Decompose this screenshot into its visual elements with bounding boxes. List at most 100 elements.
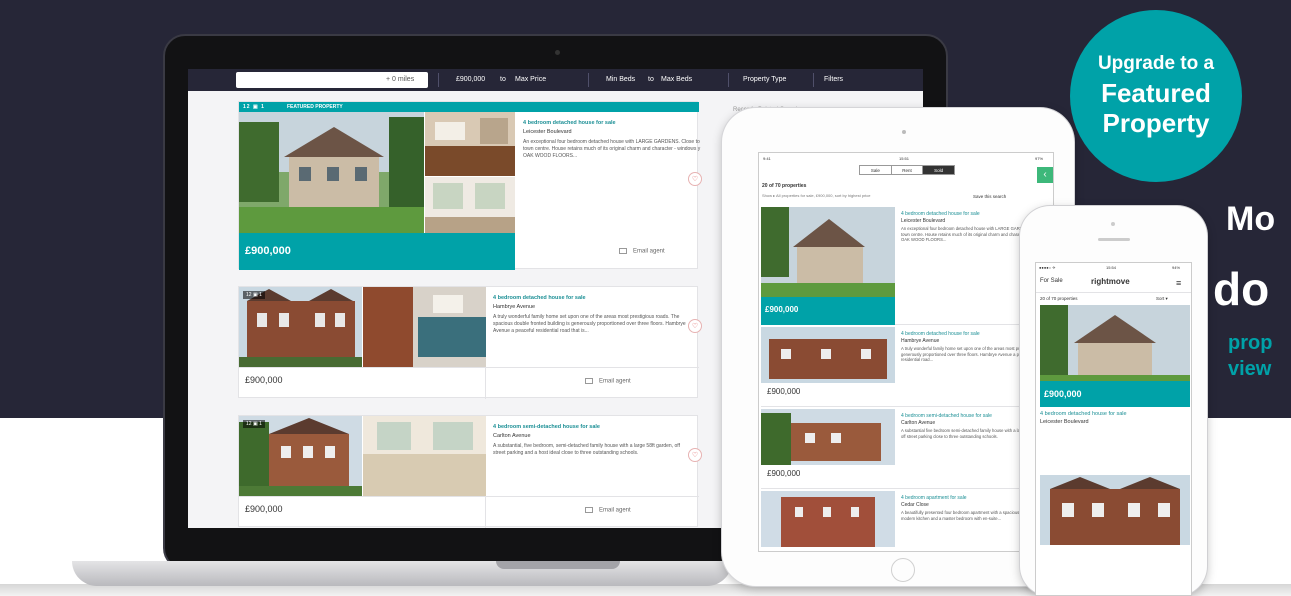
sort-select[interactable]: Sort ▾	[1156, 296, 1168, 302]
featured-label: FEATURED PROPERTY	[287, 104, 343, 110]
listing-title[interactable]: 4 bedroom semi-detached house for sale	[901, 413, 992, 419]
divider	[588, 73, 589, 87]
divider	[239, 496, 699, 497]
photo-count: 12 ▣ 1	[243, 291, 265, 299]
upgrade-badge: Upgrade to a Featured Property	[1070, 10, 1242, 182]
back-arrow-icon[interactable]: ‹	[1037, 167, 1053, 183]
mail-icon	[585, 507, 593, 513]
listing-title[interactable]: 4 bedroom detached house for sale	[1040, 411, 1127, 417]
listing-title[interactable]: 4 bedroom detached house for sale	[493, 295, 586, 301]
results-summary: Show ▸ All properties for sale, £900,000…	[762, 193, 871, 198]
max-beds-select[interactable]: Max Beds	[661, 76, 692, 83]
tablet-home-button[interactable]	[891, 558, 915, 582]
listing-address: Hambrye Avenue	[493, 304, 536, 310]
listing-price: £900,000	[245, 375, 283, 385]
status-battery: 94%	[1172, 265, 1181, 270]
listing-card[interactable]: 12 ▣ 1 4 bedroom detached house for sale…	[238, 286, 699, 399]
listing-card[interactable]: 4 bedroom apartment for sale Cedar Close…	[761, 491, 1053, 551]
status-bar: ●●●●○ ✈ 15:54 94%	[1036, 263, 1191, 271]
status-battery: 97%	[1035, 156, 1044, 161]
listing-address: Carlton Avenue	[493, 433, 531, 439]
menu-icon[interactable]: ≡	[1176, 278, 1181, 288]
listing-livingroom-photo[interactable]	[425, 177, 515, 233]
listing-kitchen-photo[interactable]	[363, 287, 486, 367]
listing-main-photo[interactable]	[239, 416, 362, 496]
email-agent-button[interactable]: Email agent	[619, 248, 665, 255]
promo-headline-2: do	[1213, 263, 1270, 315]
divider	[813, 73, 814, 87]
email-agent-label: Email agent	[633, 248, 665, 255]
listing-main-photo[interactable]	[239, 287, 362, 367]
listing-title[interactable]: 4 bedroom semi-detached house for sale	[493, 424, 600, 430]
save-heart-icon[interactable]: ♡	[688, 172, 702, 186]
min-beds-select[interactable]: Min Beds	[606, 76, 635, 83]
phone-screen: ●●●●○ ✈ 15:54 94% For Sale rightmove ≡ 2…	[1035, 262, 1192, 596]
email-agent-label: Email agent	[599, 378, 631, 385]
badge-line-2: Featured	[1101, 78, 1211, 108]
email-agent-button[interactable]: Email agent	[585, 378, 631, 385]
laptop-notch	[496, 561, 620, 569]
price-banner: £900,000	[239, 233, 515, 270]
save-heart-icon[interactable]: ♡	[688, 448, 702, 462]
laptop-base	[72, 561, 732, 586]
save-heart-icon[interactable]: ♡	[688, 319, 702, 333]
listing-main-photo[interactable]	[761, 409, 895, 465]
listing-price: £900,000	[245, 504, 283, 514]
tab-sold[interactable]: Sold	[923, 166, 955, 174]
tab-sale[interactable]: Sale	[860, 166, 892, 174]
min-price-select[interactable]: £900,000	[456, 76, 485, 83]
results-count: 20 of 70 properties	[1040, 296, 1078, 301]
listing-description: A substantial, five bedroom, semi-detach…	[493, 443, 680, 456]
listing-kitchen-photo[interactable]	[425, 112, 515, 176]
channel-tabs: Sale Rent Sold	[859, 165, 955, 175]
divider	[239, 367, 699, 368]
promo-subline-2: view	[1228, 358, 1272, 380]
listing-card[interactable]: £900,000 4 bedroom detached house for sa…	[761, 327, 1053, 407]
badge-line-1: Upgrade to a	[1097, 53, 1215, 74]
phone-camera	[1111, 222, 1115, 226]
listing-card[interactable]: £900,000 4 bedroom semi-detached house f…	[761, 409, 1053, 489]
phone-speaker	[1098, 238, 1130, 241]
tablet-camera	[902, 130, 906, 134]
listing-price: £900,000	[245, 245, 291, 257]
back-button[interactable]: For Sale	[1040, 278, 1063, 284]
listing-card[interactable]: 12 ▣ 1 4 bedroom semi-detached house for…	[238, 415, 699, 528]
tab-rent[interactable]: Rent	[892, 166, 924, 174]
listing-description: An exceptional four bedroom detached hou…	[523, 139, 701, 159]
listing-price: £900,000	[767, 387, 801, 396]
listing-title[interactable]: 4 bedroom detached house for sale	[901, 331, 980, 337]
listing-title[interactable]: 4 bedroom detached house for sale	[523, 120, 616, 126]
status-time: 15:54	[1106, 265, 1117, 270]
email-agent-label: Email agent	[599, 507, 631, 514]
listing-address: Hambrye Avenue	[901, 338, 940, 344]
mail-icon	[619, 248, 627, 254]
featured-listing-card[interactable]: 12 ▣ 1 FEATURED PROPERTY £900,000 4 bedr…	[238, 101, 700, 270]
divider	[438, 73, 439, 87]
tablet-screen: 9:41 15:51 97% Sale Rent Sold ‹ 20 of 70…	[758, 152, 1054, 552]
radius-select[interactable]: + 0 miles	[386, 76, 414, 83]
listing-photo[interactable]	[1040, 475, 1190, 545]
listing-title[interactable]: 4 bedroom apartment for sale	[901, 495, 967, 501]
listing-price: £900,000	[765, 305, 799, 314]
property-type-select[interactable]: Property Type	[743, 76, 786, 83]
mail-icon	[585, 378, 593, 384]
badge-line-3: Property	[1102, 108, 1210, 138]
save-search-link[interactable]: Save this search	[973, 194, 1006, 199]
divider	[728, 73, 729, 87]
max-price-select[interactable]: Max Price	[515, 76, 546, 83]
to-label: to	[500, 76, 506, 83]
listing-main-photo[interactable]	[761, 327, 895, 383]
status-time: 15:51	[899, 156, 910, 161]
price-banner: £900,000	[1040, 381, 1190, 407]
listing-price: £900,000	[767, 469, 801, 478]
listing-address: Leicester Boulevard	[1040, 419, 1089, 425]
featured-listing-card[interactable]: £900,000 4 bedroom detached house for sa…	[761, 207, 1053, 325]
email-agent-button[interactable]: Email agent	[585, 507, 631, 514]
listing-kitchen-photo[interactable]	[363, 416, 486, 496]
listing-main-photo[interactable]	[761, 491, 895, 547]
listing-title[interactable]: 4 bedroom detached house for sale	[901, 211, 980, 217]
laptop-camera	[555, 50, 560, 55]
status-bar: 9:41 15:51 97%	[759, 153, 1053, 163]
listing-address: Cedar Close	[901, 502, 929, 508]
filters-button[interactable]: Filters	[824, 76, 843, 83]
